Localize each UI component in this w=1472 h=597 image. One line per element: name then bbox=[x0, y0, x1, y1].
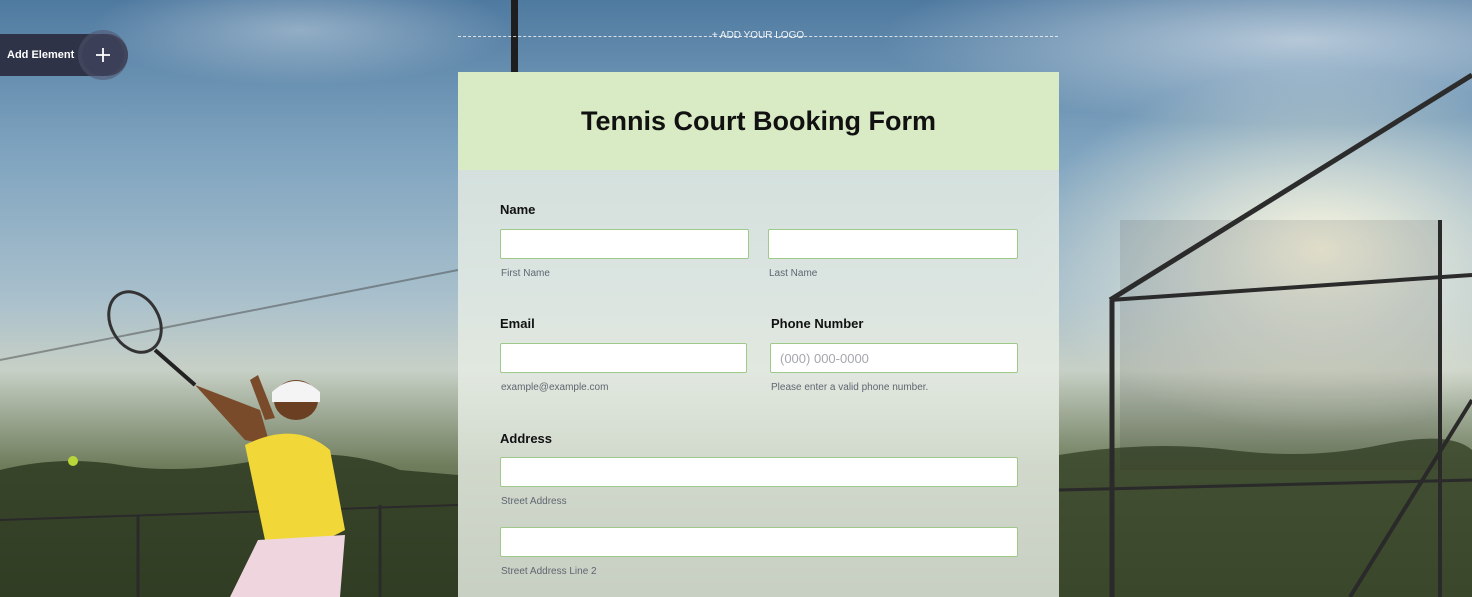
name-label: Name bbox=[500, 202, 536, 217]
email-label: Email bbox=[500, 316, 535, 331]
first-name-input[interactable] bbox=[500, 229, 749, 259]
last-name-sublabel: Last Name bbox=[769, 268, 818, 279]
form-title: Tennis Court Booking Form bbox=[581, 105, 936, 136]
add-element-label: Add Element bbox=[7, 49, 75, 61]
phone-sublabel: Please enter a valid phone number. bbox=[771, 382, 929, 393]
email-input[interactable] bbox=[500, 343, 747, 373]
booking-form: Tennis Court Booking Form Name First Nam… bbox=[458, 72, 1059, 597]
street-address-line2-input[interactable] bbox=[500, 527, 1018, 557]
add-logo-link[interactable]: + ADD YOUR LOGO bbox=[700, 30, 816, 41]
first-name-sublabel: First Name bbox=[501, 268, 550, 279]
address-label: Address bbox=[500, 431, 553, 446]
street-address-line2-sublabel: Street Address Line 2 bbox=[501, 566, 597, 577]
street-address-sublabel: Street Address bbox=[501, 496, 567, 507]
last-name-input[interactable] bbox=[768, 229, 1018, 259]
add-element-button[interactable]: Add Element bbox=[0, 34, 128, 76]
street-address-input[interactable] bbox=[500, 457, 1018, 487]
form-header: Tennis Court Booking Form bbox=[458, 72, 1059, 170]
email-sublabel: example@example.com bbox=[501, 382, 609, 393]
plus-icon[interactable] bbox=[82, 34, 124, 76]
phone-input[interactable] bbox=[770, 343, 1018, 373]
phone-label: Phone Number bbox=[771, 316, 864, 331]
